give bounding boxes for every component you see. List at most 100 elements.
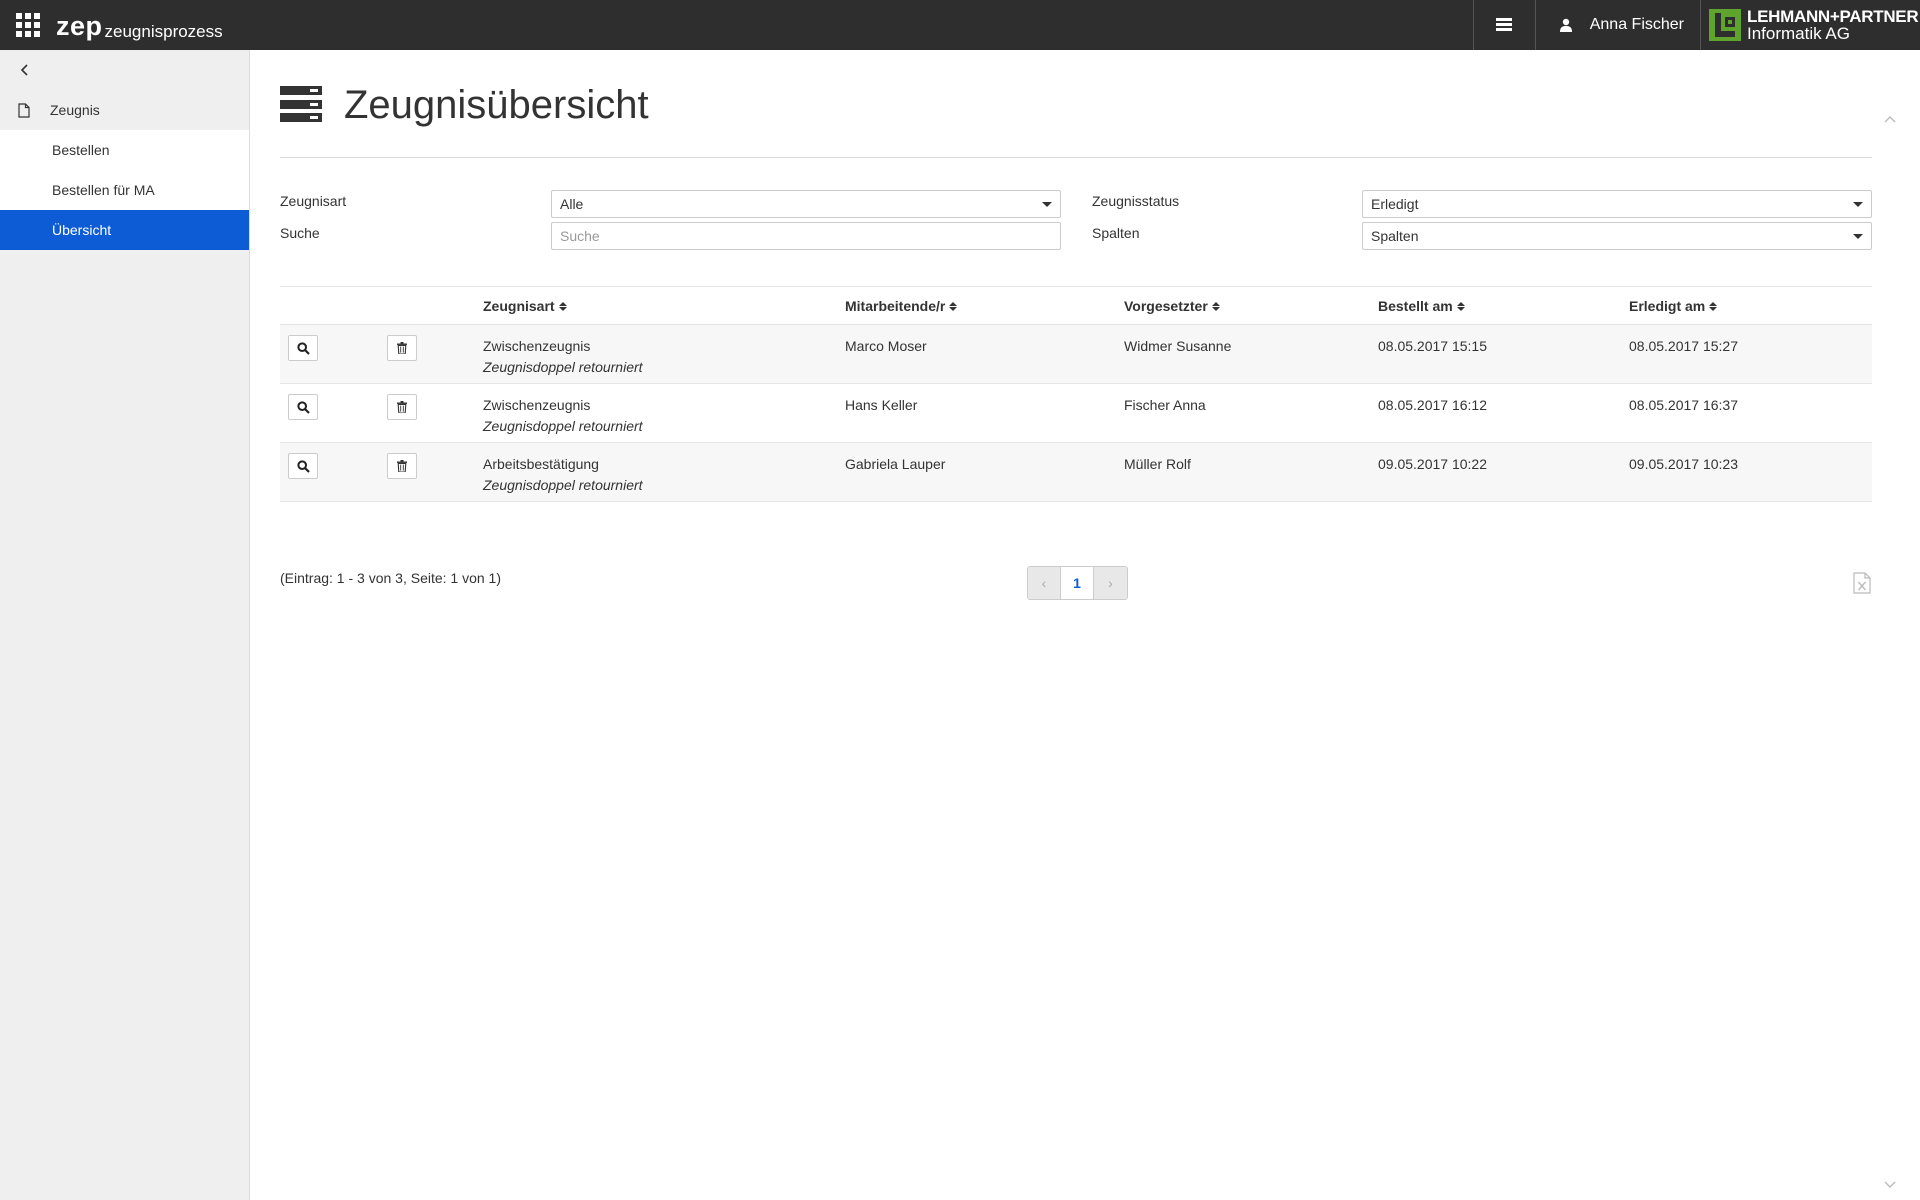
cell-mitarbeiter: Marco Moser: [845, 338, 927, 354]
panel-toggle-button[interactable]: [1472, 0, 1535, 50]
table-row: Zwischenzeugnis Zeugnisdoppel retournier…: [280, 325, 1872, 384]
scroll-up-icon[interactable]: [1884, 114, 1896, 126]
table-row: Zwischenzeugnis Zeugnisdoppel retournier…: [280, 384, 1872, 443]
cell-status: Zeugnisdoppel retourniert: [483, 477, 643, 493]
main-content: Zeugnisübersicht Zeugnisart Alle Suche Z…: [250, 50, 1900, 1200]
search-icon: [296, 341, 310, 355]
cell-erledigt: 08.05.2017 16:37: [1629, 397, 1738, 413]
sort-icon: [1211, 301, 1220, 311]
sidebar-item-label: Bestellen: [52, 142, 110, 158]
cell-status: Zeugnisdoppel retourniert: [483, 359, 643, 375]
sidebar-section-zeugnis[interactable]: Zeugnis: [0, 90, 249, 130]
chevron-right-icon: ›: [1108, 575, 1113, 591]
zeugnisstatus-value: Erledigt: [1371, 196, 1419, 212]
document-icon: [18, 102, 30, 118]
table-row: Arbeitsbestätigung Zeugnisdoppel retourn…: [280, 443, 1872, 502]
scroll-down-icon[interactable]: [1884, 1178, 1896, 1190]
sidebar-section-label: Zeugnis: [50, 102, 100, 118]
cell-bestellt: 08.05.2017 16:12: [1378, 397, 1487, 413]
view-button[interactable]: [288, 335, 318, 361]
excel-export-button[interactable]: [1852, 572, 1872, 594]
spalten-label: Spalten: [1092, 225, 1140, 241]
app-brand[interactable]: zep zeugnisprozess: [56, 0, 223, 50]
spalten-value: Spalten: [1371, 228, 1419, 244]
trash-icon: [397, 460, 407, 472]
cell-vorgesetzter: Müller Rolf: [1124, 456, 1191, 472]
cell-vorgesetzter: Fischer Anna: [1124, 397, 1206, 413]
zeugnisart-select[interactable]: Alle: [551, 190, 1061, 218]
logo-line2: Informatik AG: [1747, 24, 1850, 43]
trash-icon: [397, 401, 407, 413]
next-page-button[interactable]: ›: [1094, 567, 1127, 599]
sort-icon: [1456, 301, 1465, 311]
user-menu[interactable]: Anna Fischer: [1534, 0, 1700, 50]
cell-bestellt: 08.05.2017 15:15: [1378, 338, 1487, 354]
search-icon: [296, 400, 310, 414]
cell-erledigt: 09.05.2017 10:23: [1629, 456, 1738, 472]
cell-vorgesetzter: Widmer Susanne: [1124, 338, 1232, 354]
apps-menu-button[interactable]: [0, 0, 56, 50]
sidebar-item-bestellen[interactable]: Bestellen: [0, 130, 249, 170]
sort-icon: [949, 301, 958, 311]
sidebar-item-uebersicht[interactable]: Übersicht: [0, 210, 249, 250]
cell-zeugnisart: Zwischenzeugnis Zeugnisdoppel retournier…: [483, 397, 643, 434]
prev-page-button[interactable]: ‹: [1028, 567, 1061, 599]
table-footer: (Eintrag: 1 - 3 von 3, Seite: 1 von 1) ‹…: [280, 566, 1872, 606]
company-logo: LEHMANN+PARTNER Informatik AG: [1700, 0, 1920, 50]
cell-erledigt: 08.05.2017 15:27: [1629, 338, 1738, 354]
chevron-left-icon: ‹: [1041, 575, 1047, 591]
pagination: ‹ 1 ›: [1027, 566, 1128, 600]
brand-sub: zeugnisprozess: [104, 22, 223, 41]
panel-icon: [1496, 18, 1513, 31]
caret-down-icon: [1853, 202, 1863, 207]
table-header: Zeugnisart Mitarbeitende/r Vorgesetzter …: [280, 287, 1872, 325]
col-header-mitarbeiter[interactable]: Mitarbeitende/r: [845, 287, 958, 325]
suche-label: Suche: [280, 225, 320, 241]
col-header-vorgesetzter[interactable]: Vorgesetzter: [1124, 287, 1220, 325]
sidebar-item-label: Übersicht: [52, 222, 112, 238]
excel-file-icon: [1853, 572, 1871, 594]
view-button[interactable]: [288, 453, 318, 479]
cell-bestellt: 09.05.2017 10:22: [1378, 456, 1487, 472]
company-logo-icon: [1709, 9, 1741, 41]
brand-main: zep: [56, 11, 103, 41]
sidebar-collapse-button[interactable]: [0, 50, 249, 90]
col-header-bestellt[interactable]: Bestellt am: [1378, 287, 1465, 325]
sidebar: Zeugnis Bestellen Bestellen für MA Übers…: [0, 50, 250, 1200]
apps-grid-icon: [16, 13, 40, 37]
logo-line1: LEHMANN+PARTNER: [1747, 7, 1919, 26]
page-header: Zeugnisübersicht: [280, 80, 1872, 158]
server-list-icon: [280, 86, 322, 122]
zeugnis-table: Zeugnisart Mitarbeitende/r Vorgesetzter …: [280, 286, 1872, 502]
chevron-left-icon: [20, 64, 28, 76]
zeugnisart-label: Zeugnisart: [280, 193, 347, 209]
cell-mitarbeiter: Hans Keller: [845, 397, 918, 413]
user-icon: [1559, 18, 1572, 32]
cell-zeugnisart: Zwischenzeugnis Zeugnisdoppel retournier…: [483, 338, 643, 375]
zeugnisart-value: Alle: [560, 196, 584, 212]
cell-zeugnisart: Arbeitsbestätigung Zeugnisdoppel retourn…: [483, 456, 643, 493]
sidebar-item-bestellen-fuer-ma[interactable]: Bestellen für MA: [0, 170, 249, 210]
top-bar: zep zeugnisprozess Anna Fischer LEHMANN+…: [0, 0, 1920, 50]
cell-mitarbeiter: Gabriela Lauper: [845, 456, 946, 472]
col-header-zeugnisart[interactable]: Zeugnisart: [483, 287, 567, 325]
trash-icon: [397, 342, 407, 354]
delete-button[interactable]: [387, 335, 417, 361]
col-header-erledigt[interactable]: Erledigt am: [1629, 287, 1718, 325]
search-icon: [296, 459, 310, 473]
delete-button[interactable]: [387, 453, 417, 479]
entries-info: (Eintrag: 1 - 3 von 3, Seite: 1 von 1): [280, 570, 502, 586]
page-title: Zeugnisübersicht: [344, 83, 649, 127]
zeugnisstatus-select[interactable]: Erledigt: [1362, 190, 1872, 218]
page-button-1[interactable]: 1: [1061, 567, 1094, 599]
sort-icon: [1709, 301, 1718, 311]
zeugnisstatus-label: Zeugnisstatus: [1092, 193, 1180, 209]
caret-down-icon: [1042, 202, 1052, 207]
sidebar-item-label: Bestellen für MA: [52, 182, 155, 198]
spalten-select[interactable]: Spalten: [1362, 222, 1872, 250]
search-input[interactable]: [551, 222, 1061, 250]
view-button[interactable]: [288, 394, 318, 420]
caret-down-icon: [1853, 234, 1863, 239]
sort-icon: [558, 301, 567, 311]
delete-button[interactable]: [387, 394, 417, 420]
